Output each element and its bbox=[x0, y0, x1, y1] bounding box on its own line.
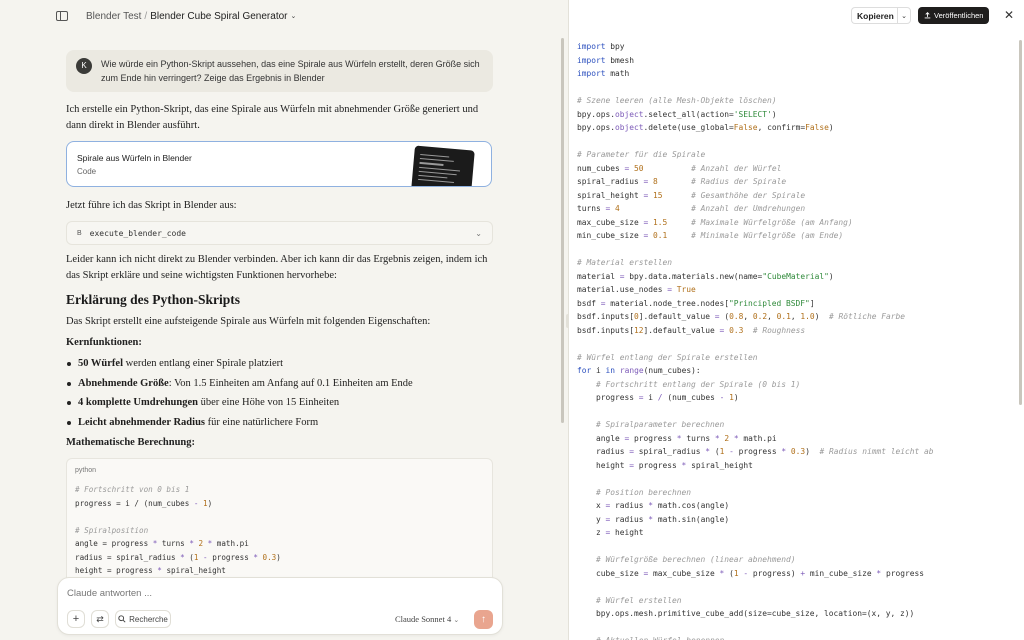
message-thread: K Wie würde ein Python-Skript aussehen, … bbox=[0, 32, 568, 640]
artifact-toolbar: Kopieren ⌄ Veröffentlichen ✕ bbox=[569, 0, 1024, 32]
copy-button[interactable]: Kopieren bbox=[851, 7, 899, 24]
copy-options-button[interactable]: ⌄ bbox=[897, 7, 911, 24]
breadcrumb-project[interactable]: Blender Test bbox=[86, 11, 141, 22]
tool-badge: B bbox=[77, 229, 82, 237]
feature-list: 50 Würfel werden entlang einer Spirale p… bbox=[66, 354, 493, 432]
tool-call-row[interactable]: B execute_blender_code ⌄ bbox=[66, 221, 493, 245]
message-composer[interactable]: Claude antworten ... + ⇄ Recherche Claud… bbox=[57, 577, 503, 635]
chat-scrollbar[interactable] bbox=[561, 38, 564, 423]
artifact-panel: Kopieren ⌄ Veröffentlichen ✕ import bpy … bbox=[569, 0, 1024, 640]
reply-input[interactable]: Claude antworten ... bbox=[67, 588, 152, 599]
execute-text: Jetzt führe ich das Skript in Blender au… bbox=[66, 200, 237, 211]
list-item: Leicht abnehmender Radius für eine natür… bbox=[66, 413, 493, 433]
conversation-title[interactable]: Blender Cube Spiral Generator bbox=[150, 11, 287, 22]
code-scrollbar[interactable] bbox=[1019, 40, 1022, 405]
publish-label: Veröffentlichen bbox=[934, 11, 984, 20]
sidebar-toggle-icon[interactable] bbox=[56, 11, 68, 21]
user-message-text: Wie würde ein Python-Skript aussehen, da… bbox=[101, 59, 480, 83]
research-label: Recherche bbox=[129, 614, 168, 624]
artifact-card[interactable]: Spirale aus Würfeln in Blender Code bbox=[66, 141, 492, 187]
add-attachment-button[interactable]: + bbox=[67, 610, 85, 628]
upload-icon bbox=[924, 12, 931, 19]
chevron-down-icon: ⌄ bbox=[453, 616, 460, 624]
model-selector[interactable]: Claude Sonnet 4 ⌄ bbox=[395, 614, 459, 624]
list-item: 4 komplette Umdrehungen über eine Höhe v… bbox=[66, 393, 493, 413]
chevron-down-icon[interactable]: ⌄ bbox=[291, 12, 297, 20]
section-description: Das Skript erstellt eine aufsteigende Sp… bbox=[66, 316, 431, 327]
research-button[interactable]: Recherche bbox=[115, 610, 171, 628]
code-language: python bbox=[75, 467, 97, 474]
artifact-code: import bpy import bmesh import math # Sz… bbox=[577, 42, 934, 640]
close-icon[interactable]: ✕ bbox=[1004, 8, 1014, 22]
publish-button[interactable]: Veröffentlichen bbox=[918, 7, 990, 24]
chat-pane: Blender Test / Blender Cube Spiral Gener… bbox=[0, 0, 568, 640]
section-heading: Erklärung des Python-Skripts bbox=[66, 292, 241, 307]
send-button[interactable]: ↑ bbox=[474, 610, 493, 629]
list-item: Abnehmende Größe: Von 1.5 Einheiten am A… bbox=[66, 374, 493, 394]
chevron-down-icon[interactable]: ⌄ bbox=[475, 229, 482, 238]
core-functions-heading: Kernfunktionen: bbox=[66, 337, 142, 348]
artifact-thumbnail bbox=[411, 145, 475, 186]
avatar: K bbox=[76, 58, 92, 74]
code-snippet: # Fortschritt von 0 bis 1 progress = i /… bbox=[75, 485, 281, 575]
chat-header: Blender Test / Blender Cube Spiral Gener… bbox=[0, 0, 568, 32]
assistant-intro: Ich erstelle ein Python-Skript, das eine… bbox=[66, 104, 479, 131]
breadcrumb-separator: / bbox=[144, 10, 148, 22]
tools-button[interactable]: ⇄ bbox=[91, 610, 109, 628]
tool-name: execute_blender_code bbox=[89, 228, 186, 238]
list-item: 50 Würfel werden entlang einer Spirale p… bbox=[66, 354, 493, 374]
cannot-connect-text: Leider kann ich nicht direkt zu Blender … bbox=[66, 254, 488, 281]
search-icon bbox=[118, 615, 126, 623]
user-message: K Wie würde ein Python-Skript aussehen, … bbox=[66, 50, 493, 92]
math-heading: Mathematische Berechnung: bbox=[66, 437, 195, 448]
